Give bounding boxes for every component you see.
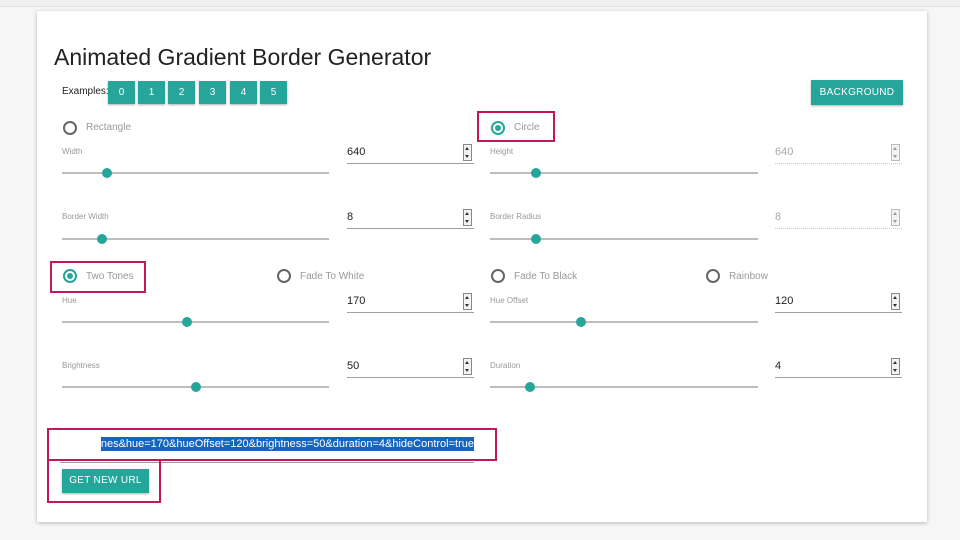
brightness-input[interactable]: 50 xyxy=(347,357,474,378)
height-input: 640 xyxy=(775,143,902,164)
example-button-1[interactable]: 1 xyxy=(138,81,165,104)
fade-to-black-label: Fade To Black xyxy=(514,271,578,282)
rectangle-radio[interactable] xyxy=(63,121,77,135)
border-width-value: 8 xyxy=(347,211,354,223)
border-width-slider[interactable] xyxy=(62,234,329,244)
hue-spinner[interactable] xyxy=(463,293,472,310)
border-radius-spinner xyxy=(891,209,900,226)
rainbow-radio[interactable] xyxy=(706,269,720,283)
width-input[interactable]: 640 xyxy=(347,143,474,164)
border-radius-value: 8 xyxy=(775,211,782,223)
duration-value: 4 xyxy=(775,360,782,372)
hue-offset-input[interactable]: 120 xyxy=(775,292,902,313)
rectangle-label: Rectangle xyxy=(86,122,132,133)
width-label: Width xyxy=(62,147,83,156)
brightness-value: 50 xyxy=(347,360,360,372)
fade-to-black-radio[interactable] xyxy=(491,269,505,283)
example-button-3[interactable]: 3 xyxy=(199,81,226,104)
page-title: Animated Gradient Border Generator xyxy=(54,44,432,70)
rainbow-label: Rainbow xyxy=(729,271,768,282)
get-url-highlight-box xyxy=(47,459,161,503)
border-radius-slider-thumb[interactable] xyxy=(530,234,541,244)
height-value: 640 xyxy=(775,146,794,158)
width-spinner[interactable] xyxy=(463,144,472,161)
border-width-input[interactable]: 8 xyxy=(347,208,474,229)
brightness-label: Brightness xyxy=(62,361,100,370)
example-button-5[interactable]: 5 xyxy=(260,81,287,104)
width-slider[interactable] xyxy=(62,168,329,178)
border-width-spinner[interactable] xyxy=(463,209,472,226)
hue-label: Hue xyxy=(62,296,77,305)
hue-offset-value: 120 xyxy=(775,295,794,307)
brightness-slider[interactable] xyxy=(62,382,329,392)
two-tones-highlight-box xyxy=(50,261,146,293)
duration-spinner[interactable] xyxy=(891,358,900,375)
border-radius-slider[interactable] xyxy=(490,234,758,244)
duration-label: Duration xyxy=(490,361,521,370)
example-button-4[interactable]: 4 xyxy=(230,81,257,104)
duration-slider[interactable] xyxy=(490,382,758,392)
background-button[interactable]: BACKGROUND xyxy=(811,80,903,105)
border-radius-label: Border Radius xyxy=(490,212,542,221)
width-value: 640 xyxy=(347,146,366,158)
example-button-0[interactable]: 0 xyxy=(108,81,135,104)
hue-offset-spinner[interactable] xyxy=(891,293,900,310)
height-spinner xyxy=(891,144,900,161)
border-width-label: Border Width xyxy=(62,212,109,221)
brightness-spinner[interactable] xyxy=(463,358,472,375)
hue-offset-slider[interactable] xyxy=(490,317,758,327)
example-button-2[interactable]: 2 xyxy=(168,81,195,104)
circle-highlight-box xyxy=(477,111,555,142)
border-radius-input: 8 xyxy=(775,208,902,229)
fade-to-white-label: Fade To White xyxy=(300,271,365,282)
hue-offset-label: Hue Offset xyxy=(490,296,529,305)
height-slider-thumb[interactable] xyxy=(530,168,541,178)
height-label: Height xyxy=(490,147,514,156)
border-width-slider-thumb[interactable] xyxy=(97,234,108,244)
height-slider[interactable] xyxy=(490,168,758,178)
hue-slider[interactable] xyxy=(62,317,329,327)
hue-value: 170 xyxy=(347,295,366,307)
fade-to-white-radio[interactable] xyxy=(277,269,291,283)
url-highlight-box xyxy=(47,428,497,461)
hue-input[interactable]: 170 xyxy=(347,292,474,313)
examples-label: Examples: xyxy=(62,86,109,97)
browser-top-edge xyxy=(0,0,960,7)
duration-input[interactable]: 4 xyxy=(775,357,902,378)
brightness-slider-thumb[interactable] xyxy=(190,382,201,392)
